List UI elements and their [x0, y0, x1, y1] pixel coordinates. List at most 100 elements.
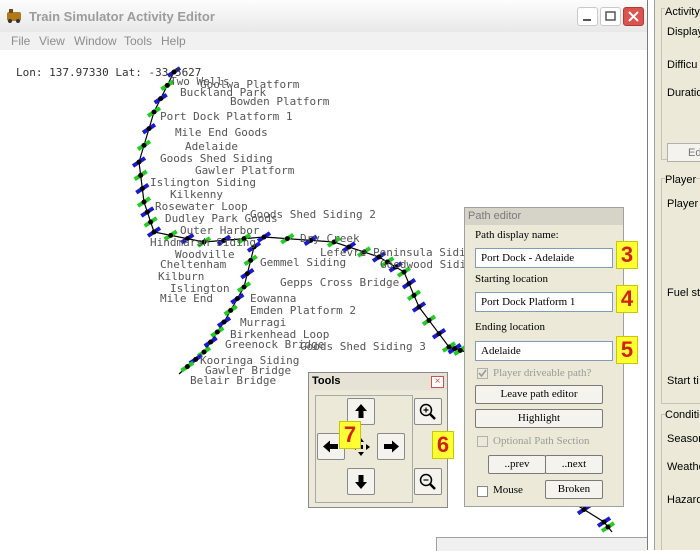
track-node	[406, 281, 412, 287]
ending-location-label: Ending location	[475, 321, 545, 333]
station-label: Bowden Platform	[230, 95, 330, 108]
track-node	[248, 257, 254, 263]
zoom-out-icon	[419, 473, 436, 490]
callout-7: 7	[339, 421, 361, 449]
menu-file[interactable]: File	[11, 34, 30, 48]
season-label: Season:	[667, 433, 700, 445]
edit-button-label: Ed	[688, 147, 700, 159]
prev-button[interactable]: ..prev	[488, 455, 546, 474]
display-label: Display	[667, 26, 700, 38]
callout-5: 5	[616, 336, 638, 364]
track-node	[452, 346, 458, 352]
station-label: Goods Shed Siding 3	[300, 340, 426, 353]
menu-window[interactable]: Window	[74, 34, 117, 48]
menu-view[interactable]: View	[39, 34, 65, 48]
track-node	[141, 199, 147, 205]
ending-location-field[interactable]: Adelaide	[475, 341, 613, 361]
edit-button[interactable]: Ed	[667, 143, 700, 162]
station-label: Mile End Goods	[175, 126, 268, 139]
next-button[interactable]: ..next	[545, 455, 603, 474]
track-node	[241, 284, 247, 290]
arrow-down-icon	[355, 475, 367, 489]
track-node	[605, 524, 611, 530]
maximize-button[interactable]	[600, 7, 621, 26]
track-node	[221, 319, 227, 325]
track-node	[151, 229, 157, 235]
highlight-button[interactable]: Highlight	[475, 409, 603, 428]
optional-section-checkbox[interactable]	[477, 436, 488, 447]
track-node	[208, 339, 214, 345]
track-node	[228, 307, 234, 313]
conditions-group-label: Conditi	[665, 409, 700, 421]
player-driveable-label: Player driveable path?	[493, 367, 592, 379]
callout-4: 4	[616, 285, 638, 313]
menu-tools[interactable]: Tools	[124, 34, 152, 48]
arrow-right-icon	[384, 440, 399, 453]
pan-down-button[interactable]	[347, 468, 375, 495]
station-label: Port Dock Platform 1	[160, 110, 293, 123]
player-group-label: Player	[665, 174, 697, 186]
path-display-name-label: Path display name:	[475, 229, 559, 241]
mouse-checkbox[interactable]	[477, 486, 488, 497]
track-node	[144, 209, 150, 215]
hazard-label: Hazard	[667, 494, 700, 506]
path-editor-window: Path editor Path display name: Port Dock…	[464, 207, 624, 507]
station-label: Belair Bridge	[190, 374, 277, 387]
track-node	[139, 186, 145, 192]
track-node	[234, 296, 240, 302]
zoom-in-icon	[419, 403, 436, 420]
station-label: Mile End	[160, 292, 213, 305]
activity-properties-panel: Activity Display Difficu Duratio Ed Play…	[654, 0, 700, 550]
path-display-name-field[interactable]: Port Dock - Adelaide	[475, 248, 613, 268]
track-node	[411, 292, 417, 298]
track-node	[146, 126, 152, 132]
track-node	[261, 234, 267, 240]
tools-title: Tools	[312, 375, 341, 387]
track-node	[601, 519, 607, 525]
broken-button[interactable]: Broken	[545, 480, 603, 499]
menu-help[interactable]: Help	[161, 34, 186, 48]
tools-window: Tools ×	[308, 372, 448, 508]
menu-bar: File View Window Tools Help	[0, 32, 647, 50]
station-label: Goolwa Platform	[200, 78, 300, 91]
track-node	[446, 344, 452, 350]
fuel-label: Fuel sta	[667, 287, 700, 299]
start-time-label: Start ti	[667, 375, 699, 387]
tools-close-icon[interactable]: ×	[431, 376, 444, 388]
tools-title-bar[interactable]: Tools ×	[309, 373, 447, 390]
mouse-label: Mouse	[493, 484, 523, 496]
track-node	[184, 364, 190, 370]
track-node	[426, 317, 432, 323]
difficulty-label: Difficu	[667, 59, 698, 71]
track-node	[416, 304, 422, 310]
callout-3: 3	[616, 241, 638, 269]
track-node	[214, 329, 220, 335]
track-node	[581, 507, 587, 512]
station-label: Gepps Cross Bridge	[280, 276, 400, 289]
minimize-button[interactable]	[577, 7, 598, 26]
title-bar[interactable]: Train Simulator Activity Editor	[0, 0, 647, 33]
zoom-in-button[interactable]	[414, 398, 442, 425]
app-icon	[6, 8, 22, 24]
player-label: Player	[667, 198, 699, 210]
callout-6: 6	[432, 431, 454, 459]
status-bar	[436, 537, 647, 551]
leave-path-editor-button[interactable]: Leave path editor	[475, 385, 603, 404]
track-node	[138, 172, 144, 178]
player-driveable-checkbox[interactable]	[477, 368, 488, 379]
optional-section-label: Optional Path Section	[493, 435, 590, 447]
track-node	[151, 109, 157, 115]
activity-group-label: Activity	[665, 6, 700, 18]
window-title: Train Simulator Activity Editor	[29, 9, 215, 24]
zoom-out-button[interactable]	[414, 468, 442, 495]
starting-location-field[interactable]: Port Dock Platform 1	[475, 292, 613, 312]
station-label: Goods Shed Siding 2	[250, 208, 376, 221]
weather-label: Weathe	[667, 461, 700, 473]
duration-label: Duratio	[667, 87, 700, 99]
track-node	[284, 236, 290, 242]
track-node	[148, 219, 154, 225]
pan-right-button[interactable]	[377, 433, 405, 460]
close-button[interactable]	[623, 7, 644, 26]
track-node	[193, 356, 199, 362]
path-editor-title[interactable]: Path editor	[465, 208, 623, 225]
